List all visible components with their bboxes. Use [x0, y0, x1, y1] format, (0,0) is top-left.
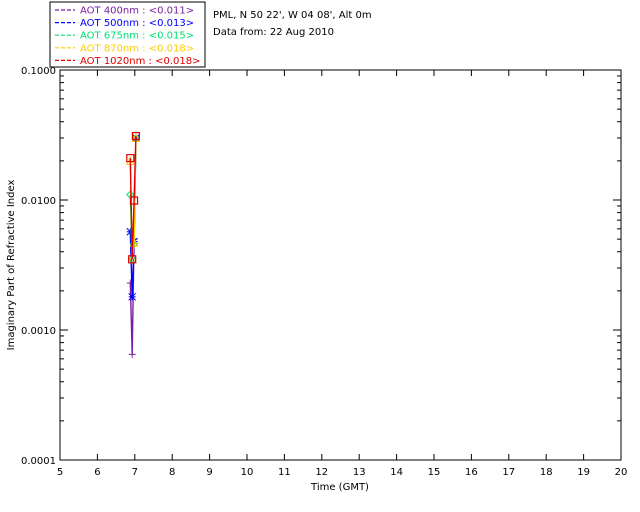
- site-info: PML, N 50 22', W 04 08', Alt 0m: [213, 10, 372, 21]
- y-tick-label-2: 0.0100: [21, 196, 56, 207]
- x-tick-label-17: 17: [502, 467, 515, 478]
- y-tick-label-1: 0.0010: [21, 326, 56, 337]
- y-tick-label-3: 0.1000: [21, 66, 56, 77]
- x-tick-label-8: 8: [169, 467, 175, 478]
- legend-label-4: AOT 1020nm : <0.018>: [80, 56, 200, 67]
- x-tick-label-14: 14: [390, 467, 403, 478]
- x-axis-title: Time (GMT): [310, 482, 369, 493]
- plot-frame: [59, 69, 622, 461]
- series-layer: [126, 132, 141, 358]
- x-tick-label-10: 10: [241, 467, 254, 478]
- series-0-point-1: [128, 350, 136, 358]
- x-tick-label-9: 9: [206, 467, 212, 478]
- series-1-point-1: [128, 292, 137, 301]
- y-axis: 0.0001 0.0010 0.0100 0.1000: [21, 66, 621, 467]
- y-axis-title: Imaginary Part of Refractive Index: [6, 180, 17, 351]
- x-tick-label-20: 20: [615, 467, 628, 478]
- legend-label-2: AOT 675nm : <0.015>: [80, 31, 194, 42]
- x-tick-label-13: 13: [353, 467, 366, 478]
- x-tick-label-6: 6: [94, 467, 100, 478]
- legend-label-0: AOT 400nm : <0.011>: [80, 6, 194, 17]
- date-info: Data from: 22 Aug 2010: [213, 27, 334, 38]
- refractive-index-chart: AOT 400nm : <0.011>AOT 500nm : <0.013> AO…: [6, 1, 628, 493]
- legend-label-1: AOT 500nm : <0.013>: [80, 18, 194, 29]
- x-axis: 5 6 7 8 9 10 11 12 13 14 15 16 17 18 19 20: [57, 70, 628, 478]
- x-tick-label-11: 11: [278, 467, 291, 478]
- x-tick-label-12: 12: [315, 467, 328, 478]
- y-tick-label-0: 0.0001: [21, 456, 56, 467]
- x-tick-label-5: 5: [57, 467, 63, 478]
- x-tick-label-16: 16: [465, 467, 478, 478]
- legend: AOT 400nm : <0.011>AOT 500nm : <0.013> AO…: [49, 1, 206, 68]
- x-tick-label-19: 19: [577, 467, 590, 478]
- legend-label-3: AOT 870nm : <0.018>: [80, 43, 194, 54]
- x-tick-label-7: 7: [132, 467, 138, 478]
- x-tick-label-15: 15: [428, 467, 441, 478]
- x-tick-label-18: 18: [540, 467, 553, 478]
